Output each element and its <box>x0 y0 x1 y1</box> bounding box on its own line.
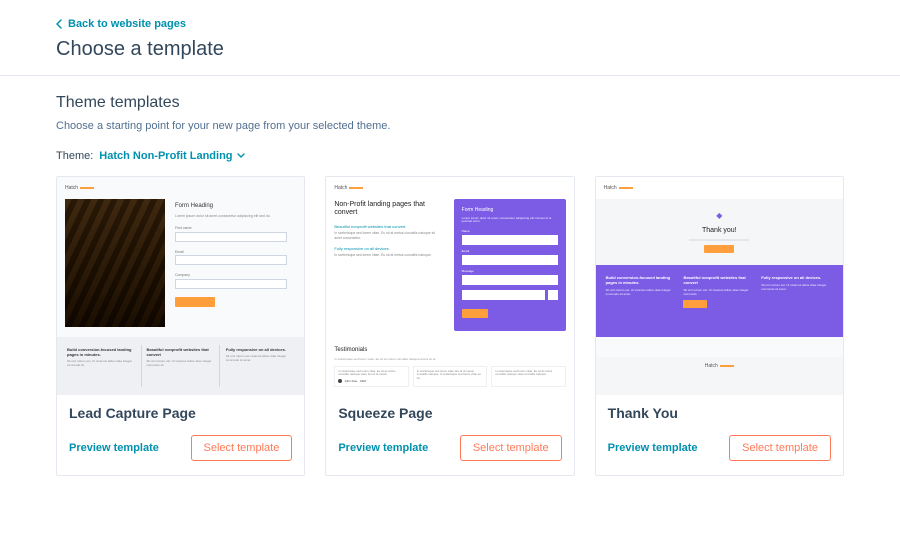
chevron-left-icon <box>56 19 62 29</box>
back-link[interactable]: Back to website pages <box>56 18 186 30</box>
diamond-icon: ◆ <box>716 211 722 221</box>
brand-logo: Hatch <box>604 185 633 192</box>
footer: Hatch <box>596 357 843 395</box>
brand-logo: Hatch <box>334 185 363 192</box>
template-thumbnail[interactable]: Hatch Non-Profit landing pages that conv… <box>326 177 573 395</box>
template-name: Lead Capture Page <box>69 405 292 421</box>
section-subtitle: Choose a starting point for your new pag… <box>56 120 844 132</box>
feature-band: Build conversion-focused landing pages i… <box>596 265 843 337</box>
mini-form-panel: Form Heading Lorem ipsum dolor sit amet,… <box>454 199 566 331</box>
mini-form: Form Heading Lorem ipsum dolor sit amet … <box>175 203 287 307</box>
preview-template-link[interactable]: Preview template <box>69 442 159 454</box>
template-cards: Hatch Form Heading Lorem ipsum dolor sit… <box>56 176 844 476</box>
preview-template-link[interactable]: Preview template <box>338 442 428 454</box>
template-name: Squeeze Page <box>338 405 561 421</box>
template-card-squeeze: Hatch Non-Profit landing pages that conv… <box>325 176 574 476</box>
template-thumbnail[interactable]: Hatch ◆ Thank you! Build conversion-focu… <box>596 177 843 395</box>
caret-down-icon <box>237 153 245 159</box>
template-card-thank-you: Hatch ◆ Thank you! Build conversion-focu… <box>595 176 844 476</box>
select-template-button[interactable]: Select template <box>191 435 293 461</box>
select-template-button[interactable]: Select template <box>460 435 562 461</box>
template-thumbnail[interactable]: Hatch Form Heading Lorem ipsum dolor sit… <box>57 177 304 395</box>
preview-template-link[interactable]: Preview template <box>608 442 698 454</box>
hero: ◆ Thank you! <box>596 199 843 265</box>
theme-dropdown[interactable]: Hatch Non-Profit Landing <box>99 150 244 162</box>
hero-image <box>65 199 165 327</box>
select-template-button[interactable]: Select template <box>729 435 831 461</box>
template-card-lead-capture: Hatch Form Heading Lorem ipsum dolor sit… <box>56 176 305 476</box>
testimonials: Testimonials In scelerisque sed lorem vi… <box>326 341 573 395</box>
divider <box>0 75 900 76</box>
theme-label: Theme: <box>56 150 93 162</box>
mini-copy: Non-Profit landing pages that convert Be… <box>334 201 438 264</box>
section-title: Theme templates <box>56 94 844 112</box>
template-name: Thank You <box>608 405 831 421</box>
brand-logo: Hatch <box>65 185 94 192</box>
page-title: Choose a template <box>56 38 844 61</box>
feature-strip: Build conversion-focused landing pages i… <box>57 337 304 395</box>
back-link-label: Back to website pages <box>68 18 186 30</box>
theme-value: Hatch Non-Profit Landing <box>99 150 232 162</box>
